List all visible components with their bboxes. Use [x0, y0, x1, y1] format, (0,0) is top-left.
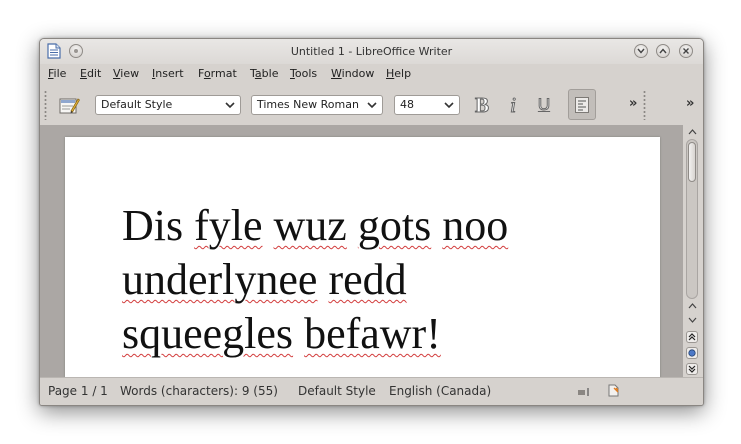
chevron-down-icon: [637, 48, 645, 54]
menu-view-label: iew: [120, 67, 140, 80]
menu-view[interactable]: View: [113, 67, 139, 80]
scroll-track[interactable]: [686, 139, 698, 299]
toolbar-grip[interactable]: [44, 90, 47, 120]
double-chevron-up-icon: [688, 333, 696, 341]
menu-table-post: ble: [261, 67, 279, 80]
libreoffice-writer-window: Untitled 1 - LibreOffice Writer File Edi…: [39, 38, 704, 406]
menu-tools-label: ools: [294, 67, 318, 80]
menu-window[interactable]: Window: [331, 67, 374, 80]
chevron-up-icon: [659, 48, 667, 54]
document-text[interactable]: Dis fyle wuz gots noo underlynee redd sq…: [122, 199, 592, 361]
document-page[interactable]: Dis fyle wuz gots noo underlynee redd sq…: [65, 137, 660, 377]
chevron-up-icon: [688, 129, 696, 135]
menu-file-label: ile: [53, 67, 67, 80]
scroll-down-button[interactable]: [685, 313, 699, 327]
scroll-up-button-2[interactable]: [685, 299, 699, 313]
next-page-button[interactable]: [686, 363, 698, 375]
minimize-button[interactable]: [634, 44, 648, 58]
text-line-1: Dis fyle wuz gots noo: [122, 199, 592, 253]
toolbar-overflow-button[interactable]: »: [629, 96, 637, 111]
underline-button[interactable]: U: [532, 92, 556, 118]
text-line-3: squeegles befawr!: [122, 307, 592, 361]
status-page-style[interactable]: Default Style: [298, 384, 376, 398]
chevron-down-icon: [367, 96, 377, 120]
scroll-up-button[interactable]: [685, 125, 699, 139]
status-language[interactable]: English (Canada): [389, 384, 491, 398]
selection-mode-icon[interactable]: [577, 386, 591, 400]
close-icon: [683, 48, 689, 54]
chevron-down-icon: [225, 96, 235, 120]
menu-edit[interactable]: Edit: [80, 67, 101, 80]
menu-insert-label: nsert: [155, 67, 184, 80]
navigation-circle-icon: [688, 349, 696, 357]
document-canvas[interactable]: Dis fyle wuz gots noo underlynee redd sq…: [40, 125, 683, 377]
underline-icon: U: [537, 95, 551, 115]
word: Dis: [122, 201, 184, 250]
scroll-thumb[interactable]: [688, 142, 696, 182]
formatting-toolbar: Default Style Times New Roman 48 B i U »…: [40, 87, 703, 123]
document-modified-icon[interactable]: [608, 384, 620, 400]
menu-help[interactable]: Help: [386, 67, 411, 80]
menu-format[interactable]: Format: [198, 67, 237, 80]
misspelled-word: fyle: [194, 201, 263, 250]
font-size-value: 48: [400, 98, 414, 111]
align-left-button[interactable]: [568, 89, 596, 120]
menu-tools[interactable]: Tools: [290, 67, 317, 80]
text-line-2: underlynee redd: [122, 253, 592, 307]
menu-edit-label: dit: [86, 67, 102, 80]
menu-bar: File Edit View Insert Format Table Tools…: [40, 66, 703, 84]
menu-table[interactable]: Table: [250, 67, 278, 80]
font-name-value: Times New Roman: [257, 98, 359, 111]
paragraph-style-combo[interactable]: Default Style: [95, 95, 241, 115]
menu-table-mnemonic: a: [254, 67, 262, 80]
misspelled-word: redd: [328, 255, 407, 304]
misspelled-word: befawr!: [304, 309, 441, 358]
title-bar[interactable]: Untitled 1 - LibreOffice Writer: [40, 39, 703, 64]
vertical-scrollbar[interactable]: [683, 125, 703, 377]
chevron-up-icon: [688, 303, 696, 309]
misspelled-word: gots: [357, 201, 432, 250]
toolbar-overflow-button-2[interactable]: »: [686, 96, 694, 111]
previous-page-button[interactable]: [686, 331, 698, 343]
font-name-combo[interactable]: Times New Roman: [251, 95, 383, 115]
toolbar-grip-2[interactable]: [643, 90, 646, 120]
menu-format-post: rmat: [210, 67, 237, 80]
align-left-icon: [575, 96, 589, 113]
bold-icon: B: [474, 92, 489, 117]
styles-and-formatting-button[interactable]: [57, 92, 81, 118]
italic-icon: i: [510, 92, 517, 117]
menu-file[interactable]: File: [48, 67, 66, 80]
menu-format-mnemonic: o: [203, 67, 211, 80]
double-chevron-down-icon: [688, 365, 696, 373]
font-size-combo[interactable]: 48: [394, 95, 460, 115]
chevron-down-icon: [444, 96, 454, 120]
navigator-button[interactable]: [686, 347, 698, 359]
menu-window-label: indow: [341, 67, 375, 80]
status-page[interactable]: Page 1 / 1: [48, 384, 108, 398]
paragraph-style-value: Default Style: [101, 98, 173, 111]
window-title: Untitled 1 - LibreOffice Writer: [290, 45, 453, 58]
misspelled-word: wuz: [273, 201, 347, 250]
menu-edit-mnemonic: E: [80, 67, 87, 80]
bold-button[interactable]: B: [470, 92, 494, 118]
maximize-button[interactable]: [656, 44, 670, 58]
misspelled-word: underlynee: [122, 255, 318, 304]
misspelled-word: noo: [442, 201, 509, 250]
status-word-count[interactable]: Words (characters): 9 (55): [120, 384, 278, 398]
misspelled-word: squeegles: [122, 309, 294, 358]
menu-insert[interactable]: Insert: [152, 67, 184, 80]
menu-window-mnemonic: W: [331, 67, 342, 80]
status-bar: Page 1 / 1 Words (characters): 9 (55) De…: [40, 377, 703, 405]
close-button[interactable]: [679, 44, 693, 58]
chevron-down-icon: [688, 317, 696, 323]
menu-help-label: elp: [394, 67, 412, 80]
styles-formatting-icon: [59, 98, 80, 114]
italic-button[interactable]: i: [501, 92, 525, 118]
